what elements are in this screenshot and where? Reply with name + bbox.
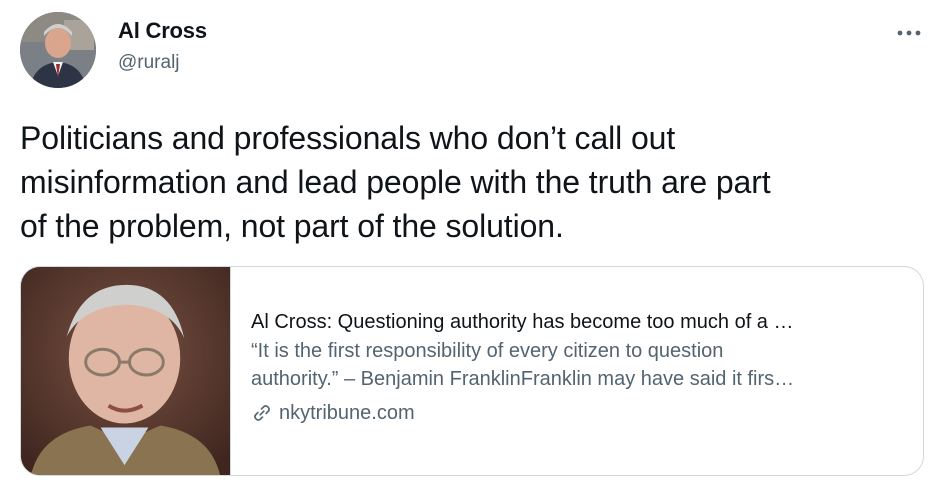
link-icon	[254, 405, 270, 421]
card-description: “It is the first responsibility of every…	[251, 337, 901, 393]
more-options-button[interactable]	[892, 22, 926, 44]
card-image	[21, 267, 231, 475]
author-handle[interactable]: @ruralj	[118, 52, 180, 74]
more-horizontal-icon	[897, 30, 921, 36]
avatar-photo	[20, 12, 96, 88]
tweet: Al Cross @ruralj Politicians and profess…	[0, 0, 946, 496]
card-title[interactable]: Al Cross: Questioning authority has beco…	[251, 307, 901, 337]
card-description-line: “It is the first responsibility of every…	[251, 340, 724, 362]
avatar[interactable]	[20, 12, 96, 88]
card-description-line: authority.” – Benjamin FranklinFranklin …	[251, 368, 795, 390]
card-domain-text: nkytribune.com	[279, 402, 415, 424]
tweet-text: Politicians and professionals who don’t …	[20, 120, 771, 244]
card-domain[interactable]: nkytribune.com	[251, 399, 903, 427]
link-preview-card[interactable]: Al Cross: Questioning authority has beco…	[20, 266, 924, 476]
author-name[interactable]: Al Cross	[118, 18, 207, 44]
card-body: Al Cross: Questioning authority has beco…	[231, 267, 923, 475]
